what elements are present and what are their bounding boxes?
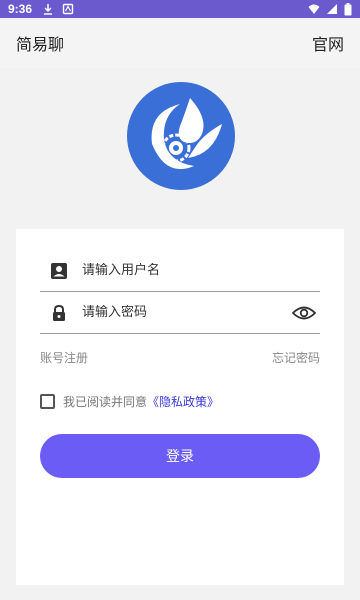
wifi-icon (308, 4, 320, 14)
account-links-row: 账号注册 忘记密码 (40, 349, 320, 366)
password-field-row (40, 292, 320, 334)
password-input[interactable] (82, 305, 292, 320)
status-time: 9:36 (8, 2, 33, 16)
login-button[interactable]: 登录 (40, 434, 320, 478)
forgot-password-link[interactable]: 忘记密码 (272, 349, 320, 366)
agree-text: 我已阅读并同意 (63, 395, 148, 409)
agree-checkbox[interactable] (40, 394, 55, 409)
username-field-row (40, 250, 320, 292)
official-site-link[interactable]: 官网 (312, 31, 344, 55)
app-title: 简易聊 (16, 35, 65, 54)
agreement-row: 我已阅读并同意 《隐私政策》 (40, 393, 219, 410)
status-bar: 9:36 (0, 0, 360, 18)
battery-icon (344, 2, 352, 15)
app-logo (118, 82, 244, 190)
download-icon (44, 4, 53, 15)
signal-icon (327, 4, 337, 14)
login-card: 账号注册 忘记密码 我已阅读并同意 《隐私政策》 登录 (16, 229, 344, 585)
privacy-policy-link[interactable]: 《隐私政策》 (147, 393, 219, 410)
username-input[interactable] (82, 263, 320, 278)
lock-icon (53, 304, 65, 321)
eye-icon[interactable] (292, 305, 316, 321)
account-box-icon (51, 262, 67, 279)
logo-icon (127, 82, 235, 190)
app-header: 简易聊 官网 (0, 18, 360, 68)
app-notification-icon (62, 3, 74, 15)
register-link[interactable]: 账号注册 (40, 349, 88, 366)
